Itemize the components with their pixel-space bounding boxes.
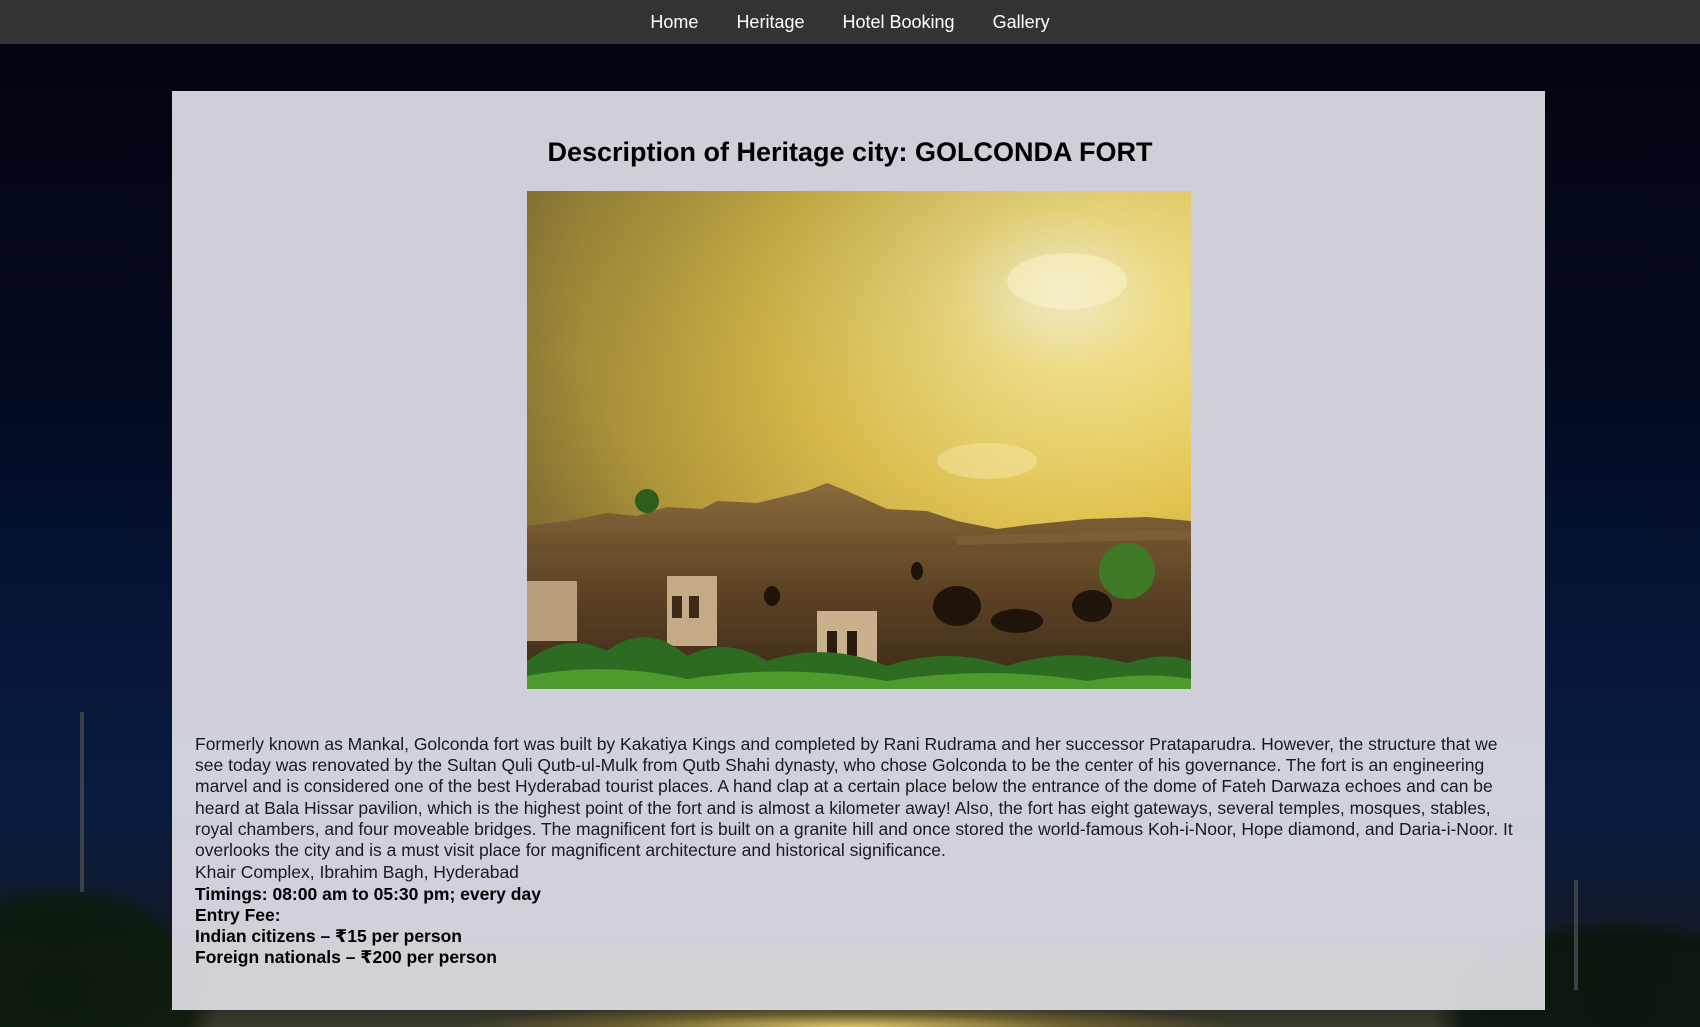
nav-home-link[interactable]: Home <box>631 0 717 44</box>
fee-foreign-text: Foreign nationals – ₹200 per person <box>195 947 497 967</box>
nav-hotel-booking-link[interactable]: Hotel Booking <box>823 0 973 44</box>
golconda-fort-image <box>527 191 1191 689</box>
fee-indian-text: Indian citizens – ₹15 per person <box>195 926 462 946</box>
entry-fee-label: Entry Fee: <box>195 905 281 925</box>
heritage-description: Formerly known as Mankal, Golconda fort … <box>195 734 1513 861</box>
background-pole <box>1574 880 1578 990</box>
background-pole <box>80 712 84 892</box>
top-navbar: Home Heritage Hotel Booking Gallery <box>0 0 1700 44</box>
nav-gallery-link[interactable]: Gallery <box>974 0 1069 44</box>
address-text: Khair Complex, Ibrahim Bagh, Hyderabad <box>195 862 519 882</box>
page-title: Description of Heritage city: GOLCONDA F… <box>547 137 1153 167</box>
timings-text: Timings: 08:00 am to 05:30 pm; every day <box>195 884 541 904</box>
nav-heritage-link[interactable]: Heritage <box>717 0 823 44</box>
